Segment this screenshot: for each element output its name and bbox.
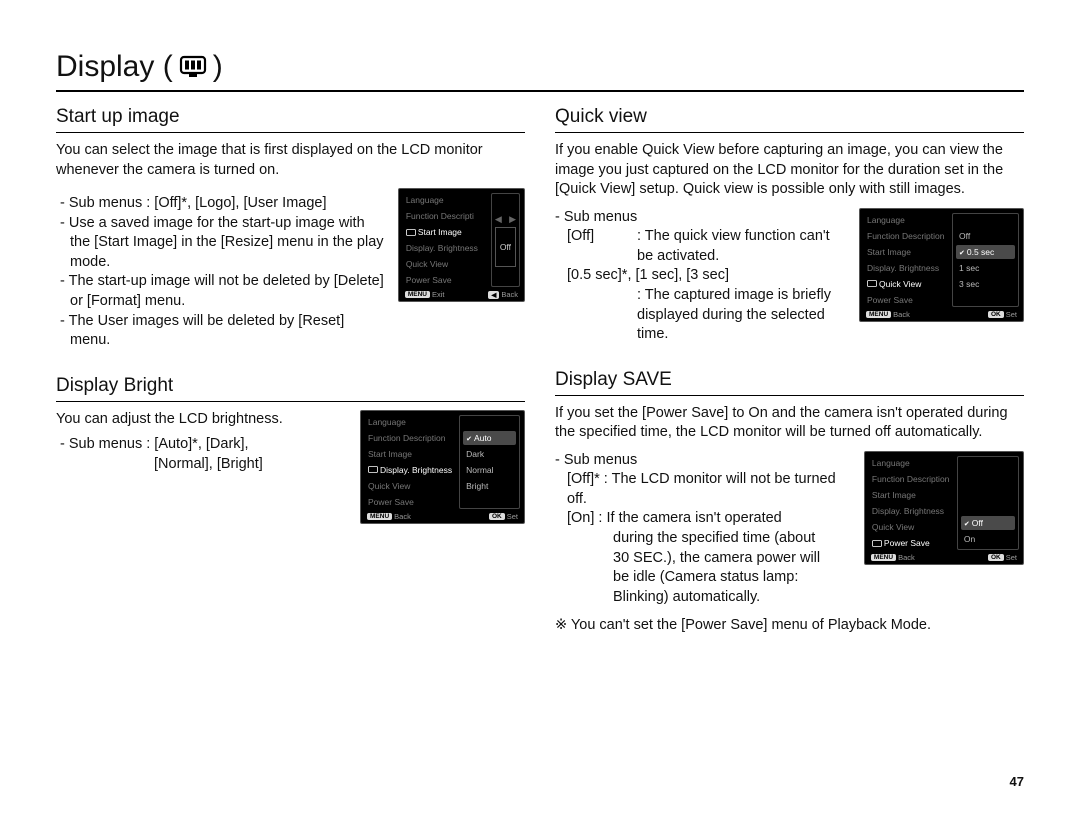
quickview-desc: If you enable Quick View before capturin… [555,141,1024,200]
cam-menu-item: Function Description [869,472,953,486]
section-startup: Start up image You can select the image … [56,106,525,351]
cam-menu-item: Quick View [403,257,487,271]
cam-foot-label: Set [507,512,518,521]
cam-menu-item: Display. Brightness [864,261,948,275]
cam-menu-item: Start Image [365,447,455,461]
menu-button-icon: MENU [871,554,896,561]
chevron-left-icon: ◀ [495,214,502,225]
cam-foot-label: Set [1006,310,1017,319]
option-line: [On] : If the camera isn't operated [567,509,850,529]
page-title-suffix: ) [213,50,223,84]
cam-menu-item: Function Description [365,431,455,445]
bright-desc: You can adjust the LCD brightness. [56,410,346,430]
option-desc: displayed during the selected [567,306,845,326]
option-desc: : The captured image is briefly [567,286,845,306]
cam-option-selected: Off [495,227,516,267]
cam-menu-item: Quick View [365,479,455,493]
list-item: - The User images will be deleted by [Re… [56,312,384,351]
page-title: Display ( ) [56,50,1024,92]
cam-option: 0.5 sec [956,245,1015,259]
list-item: - Sub menus : [Off]*, [Logo], [User Imag… [56,194,384,214]
cam-menu-item: Display. Brightness [403,241,487,255]
camera-screenshot-startup: Language Function Descripti Start Image … [398,188,525,302]
cam-menu-item: Power Save [869,536,953,550]
cam-option: Normal [463,463,516,477]
option-label: [0.5 sec]*, [1 sec], [3 sec] [567,266,845,286]
option-desc: be activated. [567,247,845,267]
list-item: - Sub menus : [Auto]*, [Dark],[Normal], … [56,435,346,474]
option-desc: Blinking) automatically. [567,588,850,608]
startup-desc: You can select the image that is first d… [56,141,525,180]
menu-button-icon: MENU [367,513,392,520]
cam-menu-item: Power Save [403,273,487,287]
menu-button-icon: MENU [405,291,430,298]
cam-menu-item: Start Image [403,225,487,239]
section-save: Display SAVE If you set the [Power Save]… [555,369,1024,634]
ok-button-icon: OK [489,513,505,520]
cam-option: Off [956,229,1015,243]
list-item: - The start-up image will not be deleted… [56,272,384,311]
option-line: [Off]* : The LCD monitor will not be tur… [567,470,850,509]
cam-option: Auto [463,431,516,445]
option-desc: time. [567,325,845,345]
section-title-save: Display SAVE [555,369,1024,396]
cam-foot-label: Back [893,310,910,319]
display-icon [406,229,416,237]
cam-option: Dark [463,447,516,461]
cam-menu-item: Display. Brightness [869,504,953,518]
cam-menu-item: Language [864,213,948,227]
save-desc: If you set the [Power Save] to On and th… [555,404,1024,443]
sub-menus-header: - Sub menus [555,208,845,228]
cam-foot-label: Exit [432,290,445,299]
section-bright: Display Bright You can adjust the LCD br… [56,375,525,524]
camera-screenshot-bright: Language Function Description Start Imag… [360,410,525,524]
cam-menu-item: Language [869,456,953,470]
cam-menu-item: Function Description [864,229,948,243]
cam-menu-item: Display. Brightness [365,463,455,477]
cam-menu-item: Start Image [864,245,948,259]
list-item: - Use a saved image for the start-up ima… [56,214,384,273]
cam-menu-item: Quick View [864,277,948,291]
cam-option: Bright [463,479,516,493]
cam-menu-item: Language [403,193,487,207]
camera-screenshot-quickview: Language Function Description Start Imag… [859,208,1024,322]
cam-option: On [961,532,1015,546]
back-button-icon: ◀ [488,291,499,299]
cam-menu-item: Language [365,415,455,429]
ok-button-icon: OK [988,311,1004,318]
page-number: 47 [1010,774,1024,789]
cam-option: Off [961,516,1015,530]
ok-button-icon: OK [988,554,1004,561]
option-desc: : The quick view function can't [611,227,830,247]
section-title-quickview: Quick view [555,106,1024,133]
camera-screenshot-save: Language Function Description Start Imag… [864,451,1024,565]
cam-foot-label: Set [1006,553,1017,562]
cam-menu-item: Function Descripti [403,209,487,223]
cam-menu-item: Power Save [365,495,455,509]
display-icon [872,540,882,548]
cam-menu-item: Start Image [869,488,953,502]
cam-menu-item: Power Save [864,293,948,307]
cam-foot-label: Back [394,512,411,521]
cam-option: 3 sec [956,277,1015,291]
save-note: ※ You can't set the [Power Save] menu of… [555,617,1024,633]
section-quickview: Quick view If you enable Quick View befo… [555,106,1024,345]
page-title-text: Display ( [56,50,173,84]
sub-menus-header: - Sub menus [555,451,850,471]
option-desc: be idle (Camera status lamp: [567,568,850,588]
display-icon [179,55,207,79]
cam-option: 1 sec [956,261,1015,275]
display-icon [368,466,378,474]
option-label: [Off] [567,227,611,247]
option-desc: during the specified time (about [567,529,850,549]
chevron-right-icon: ▶ [509,214,516,225]
menu-button-icon: MENU [866,311,891,318]
cam-menu-item: Quick View [869,520,953,534]
display-icon [867,280,877,288]
cam-foot-label: Back [501,290,518,299]
option-desc: 30 SEC.), the camera power will [567,549,850,569]
cam-foot-label: Back [898,553,915,562]
section-title-bright: Display Bright [56,375,525,402]
section-title-startup: Start up image [56,106,525,133]
